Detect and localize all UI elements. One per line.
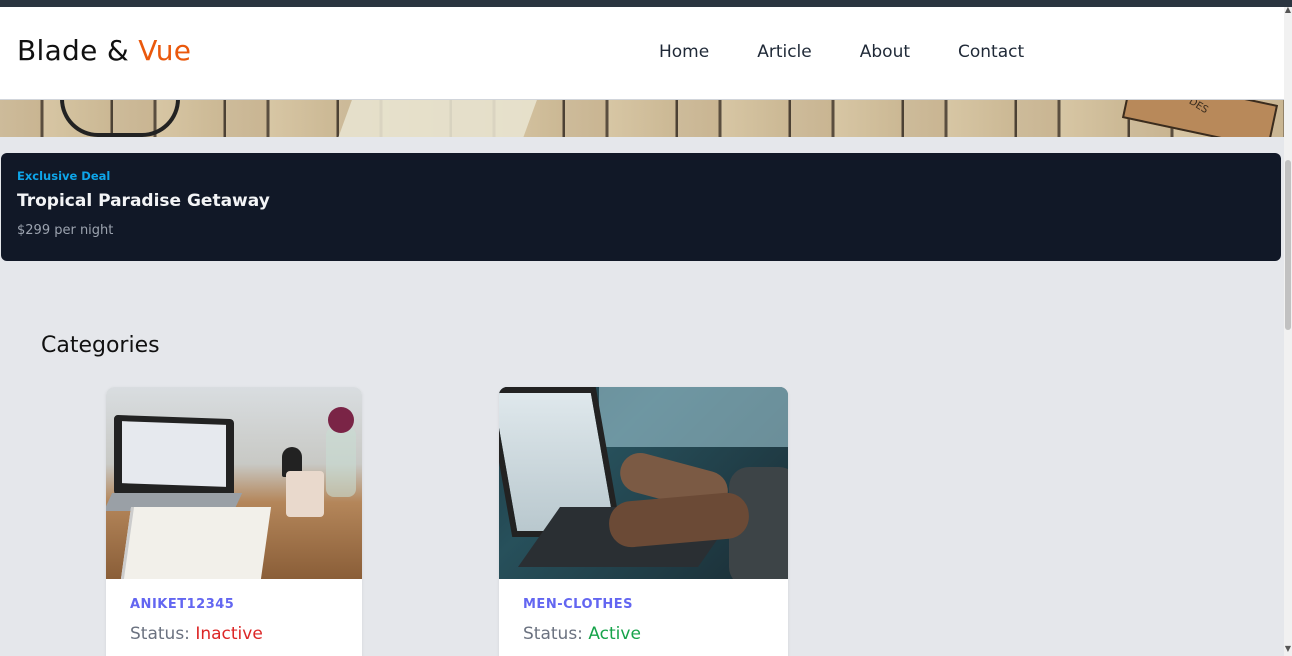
category-name[interactable]: ANIKET12345 bbox=[130, 597, 338, 612]
brand-logo[interactable]: Blade & Vue bbox=[17, 34, 191, 67]
brand-accent: Vue bbox=[138, 34, 192, 67]
scroll-up-arrow-icon[interactable]: ▲ bbox=[1284, 5, 1292, 15]
glasses-shape bbox=[60, 99, 180, 137]
category-image bbox=[499, 387, 788, 579]
nav-contact[interactable]: Contact bbox=[958, 42, 1024, 62]
status-value: Inactive bbox=[195, 624, 263, 644]
category-status: Status: Inactive bbox=[130, 624, 338, 644]
flower-shape bbox=[328, 407, 354, 433]
nav-about[interactable]: About bbox=[860, 42, 910, 62]
notebook-shape bbox=[120, 507, 272, 579]
deal-price: $299 per night bbox=[17, 223, 114, 238]
category-card-body: ANIKET12345 Status: Inactive bbox=[106, 579, 362, 656]
vase-shape bbox=[326, 427, 356, 497]
category-card[interactable]: ANIKET12345 Status: Inactive bbox=[106, 387, 362, 656]
category-status: Status: Active bbox=[523, 624, 764, 644]
deal-title: Tropical Paradise Getaway bbox=[17, 191, 270, 211]
category-name[interactable]: MEN-CLOTHES bbox=[523, 597, 764, 612]
nav-home[interactable]: Home bbox=[659, 42, 709, 62]
category-card[interactable]: MEN-CLOTHES Status: Active bbox=[499, 387, 788, 656]
status-label: Status: bbox=[523, 624, 583, 644]
status-label: Status: bbox=[130, 624, 190, 644]
nav-article[interactable]: Article bbox=[757, 42, 812, 62]
exclusive-deal-banner[interactable]: Exclusive Deal Tropical Paradise Getaway… bbox=[1, 153, 1281, 261]
page-scrollbar[interactable] bbox=[1284, 7, 1292, 656]
deal-tag: Exclusive Deal bbox=[17, 169, 111, 183]
category-card-body: MEN-CLOTHES Status: Active bbox=[499, 579, 788, 656]
navbar: Blade & Vue Home Article About Contact bbox=[0, 7, 1286, 100]
scrollbar-thumb[interactable] bbox=[1285, 160, 1291, 330]
book-shape: DES bbox=[1121, 99, 1279, 137]
main-nav: Home Article About Contact bbox=[659, 42, 1072, 62]
window-top-strip bbox=[0, 0, 1292, 7]
scroll-down-arrow-icon[interactable]: ▼ bbox=[1284, 644, 1292, 654]
monitor-shape bbox=[599, 387, 788, 447]
status-value: Active bbox=[588, 624, 641, 644]
category-image bbox=[106, 387, 362, 579]
hero-banner-image: DES bbox=[0, 99, 1286, 137]
laptop-shape bbox=[114, 414, 234, 500]
mug-shape bbox=[286, 471, 324, 517]
categories-title: Categories bbox=[41, 333, 160, 358]
brand-name: Blade & bbox=[17, 34, 139, 67]
paper-shape bbox=[337, 99, 538, 137]
book-text: DES bbox=[1186, 99, 1210, 117]
